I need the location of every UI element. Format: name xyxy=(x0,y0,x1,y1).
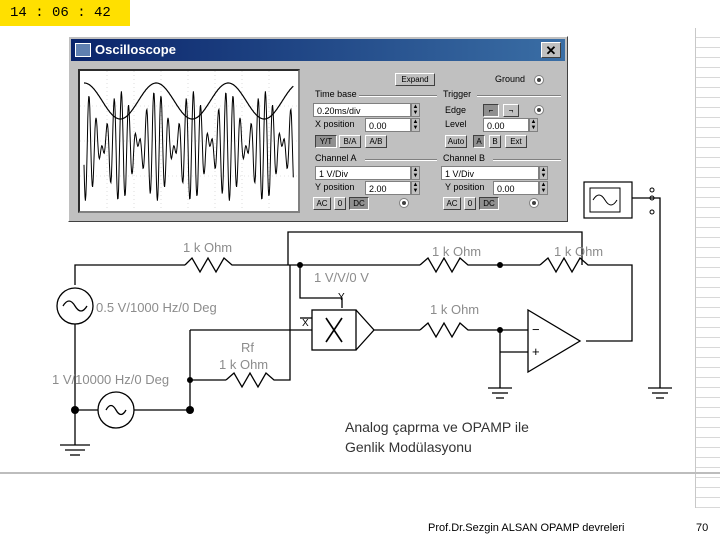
resistor-r1 xyxy=(184,256,236,274)
description-line-2: Genlik Modülasyonu xyxy=(345,439,472,455)
opamp-plus-label: + xyxy=(532,344,540,359)
wire xyxy=(632,197,661,388)
multiplier-label: 1 V/V/0 V xyxy=(314,270,369,285)
footer-author: Prof.Dr.Sezgin ALSAN OPAMP devreleri xyxy=(428,522,625,534)
description-line-1: Analog çaprma ve OPAMP ile xyxy=(345,419,529,435)
rf-value-label: 1 k Ohm xyxy=(219,357,269,372)
rf-name-label: Rf xyxy=(241,340,254,355)
wire xyxy=(74,264,185,285)
multiplier-y-label: Y xyxy=(338,292,345,303)
source-1-label: 0.5 V/1000 Hz/0 Deg xyxy=(96,300,217,315)
opamp-minus-label: − xyxy=(532,322,540,337)
multiplier-x-label: X xyxy=(302,318,309,329)
opamp-triangle xyxy=(527,308,582,374)
resistor-r3 xyxy=(539,256,633,342)
source-2-label: 1 V/10000 Hz/0 Deg xyxy=(52,372,170,387)
r1-label: 1 k Ohm xyxy=(183,240,233,255)
page-number: 70 xyxy=(696,522,709,534)
r3-label: 1 k Ohm xyxy=(554,244,604,259)
resistor-r4 xyxy=(419,321,501,388)
r4-label: 1 k Ohm xyxy=(430,302,480,317)
r2-label: 1 k Ohm xyxy=(432,244,482,259)
resistor-r2 xyxy=(419,256,500,274)
multiplier-output xyxy=(355,309,375,351)
oscilloscope-instrument-icon xyxy=(583,181,655,219)
